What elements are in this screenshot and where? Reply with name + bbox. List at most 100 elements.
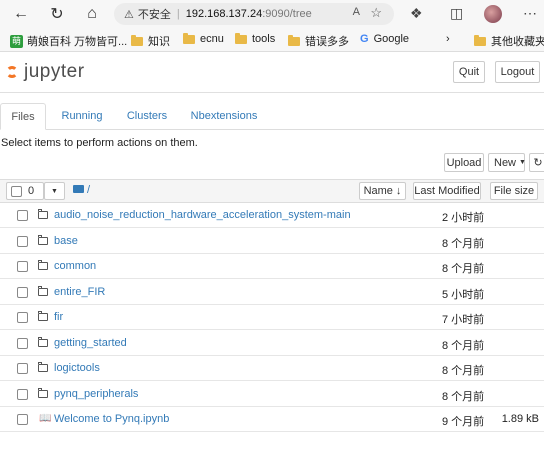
bookmarks-overflow-chevron-icon[interactable]: › [446,33,450,45]
more-menu-icon[interactable]: ⋯ [523,5,537,22]
item-modified: 9 个月前 [442,416,485,428]
extensions-icon[interactable]: ❖ [410,5,423,22]
logout-button[interactable]: Logout [495,61,540,83]
select-all-checkbox[interactable] [11,185,22,197]
selection-hint: Select items to perform actions on them. [1,137,198,149]
item-modified: 8 个月前 [442,391,485,403]
bookmark-label: 错误多多 [305,36,349,48]
row-checkbox[interactable] [17,236,28,247]
file-row[interactable]: 📖 Welcome to Pynq.ipynb 9 个月前 1.89 kB [0,407,544,432]
bookmark-folder-zhishi[interactable]: 知识 [131,33,170,49]
bookmark-moegirl[interactable]: 萌 萌娘百科 万物皆可... [10,33,127,49]
item-modified: 5 小时前 [442,289,485,301]
bookmark-folder-tools[interactable]: tools [235,32,276,45]
refresh-icon: ↻ [533,157,543,169]
address-bar[interactable]: ⚠ 不安全 | 192.168.137.24:9090/tree A ☆ [114,3,394,25]
row-checkbox[interactable] [17,389,28,400]
file-row[interactable]: base 8 个月前 [0,229,544,254]
bookmark-label: tools [252,33,276,45]
file-row[interactable]: common 8 个月前 [0,254,544,279]
caret-down-icon: ▼ [519,159,526,166]
sort-by-name-button[interactable]: Name ↓ [359,182,406,200]
split-screen-icon[interactable]: ◫ [450,5,463,22]
caret-down-icon: ▼ [51,187,58,195]
jupyter-logo[interactable]: jupyter [6,61,85,83]
item-name-link[interactable]: entire_FIR [54,286,105,298]
home-icon[interactable]: ⌂ [82,4,102,24]
url-separator: | [176,8,180,20]
bookmarks-bar: 萌 萌娘百科 万物皆可... 知识 ecnu tools 错误多多 G Goog… [0,28,544,52]
bookmark-folder-ecnu[interactable]: ecnu [183,32,224,45]
favorite-star-icon[interactable]: ☆ [370,5,382,21]
notebook-icon: 📖 [39,413,52,424]
row-checkbox[interactable] [17,338,28,349]
tab-running[interactable]: Running [54,103,110,129]
new-dropdown-button[interactable]: New ▼ [488,153,526,172]
select-all-control[interactable]: 0 [6,182,44,200]
row-checkbox[interactable] [17,210,28,221]
tab-nbextensions[interactable]: Nbextensions [184,103,264,129]
moegirl-icon: 萌 [10,34,23,48]
folder-icon [38,388,48,398]
bookmark-label: 知识 [148,36,170,48]
bookmark-label: Google [373,33,410,45]
url-host: 192.168.137.24 [185,8,263,20]
item-name-link[interactable]: getting_started [54,337,127,349]
file-row[interactable]: logictools 8 个月前 [0,356,544,381]
row-checkbox[interactable] [17,414,28,425]
folder-icon [38,209,48,219]
jupyter-logo-icon [6,64,20,80]
file-row[interactable]: fir 7 小时前 [0,305,544,330]
tab-files[interactable]: Files [0,103,46,130]
refresh-button[interactable]: ↻ [529,153,544,172]
file-row[interactable]: getting_started 8 个月前 [0,331,544,356]
item-name-link[interactable]: logictools [54,362,100,374]
url-path: :9090/tree [262,8,312,20]
upload-button[interactable]: Upload [444,153,484,172]
item-name-link[interactable]: fir [54,311,63,323]
new-label: New [494,156,517,169]
sort-by-modified-button[interactable]: Last Modified [413,182,481,200]
item-name-link[interactable]: Welcome to Pynq.ipynb [54,413,169,425]
sort-by-size-button[interactable]: File size [490,182,538,200]
folder-icon [38,260,48,270]
tab-bar: Files Running Clusters Nbextensions [0,103,544,130]
row-checkbox[interactable] [17,312,28,323]
folder-icon [38,362,48,372]
tab-clusters[interactable]: Clusters [120,103,174,129]
reload-icon[interactable]: ↻ [47,4,67,24]
file-row[interactable]: pynq_peripherals 8 个月前 [0,382,544,407]
item-name-link[interactable]: pynq_peripherals [54,388,138,400]
folder-icon [288,34,300,46]
item-name-link[interactable]: audio_noise_reduction_hardware_accelerat… [54,209,351,221]
selected-count: 0 [28,185,35,197]
folder-icon [131,34,143,46]
item-name-link[interactable]: base [54,235,78,247]
bookmark-folder-errors[interactable]: 错误多多 [288,33,349,49]
breadcrumb-path[interactable]: / [87,184,90,196]
item-size: 1.89 kB [501,413,539,425]
jupyter-header: jupyter Quit Logout [0,51,544,93]
folder-icon [474,34,486,46]
file-row[interactable]: audio_noise_reduction_hardware_accelerat… [0,203,544,228]
profile-avatar[interactable] [484,5,502,23]
bookmark-google[interactable]: G Google [360,33,409,45]
row-checkbox[interactable] [17,287,28,298]
item-modified: 8 个月前 [442,263,485,275]
file-row[interactable]: entire_FIR 5 小时前 [0,280,544,305]
select-menu-button[interactable]: ▼ [44,182,65,200]
security-label: 不安全 [137,9,171,21]
row-checkbox[interactable] [17,261,28,272]
row-checkbox[interactable] [17,363,28,374]
folder-icon [38,235,48,245]
bookmark-folder-other[interactable]: 其他收藏夹 [474,33,544,49]
quit-button[interactable]: Quit [453,61,485,83]
item-name-link[interactable]: common [54,260,96,272]
read-aloud-icon[interactable]: A [353,6,360,18]
home-folder-icon[interactable] [73,185,84,193]
folder-icon [38,286,48,296]
folder-icon [235,32,247,44]
back-arrow-icon[interactable]: ← [11,4,31,24]
folder-icon [38,337,48,347]
folder-icon [183,32,195,44]
